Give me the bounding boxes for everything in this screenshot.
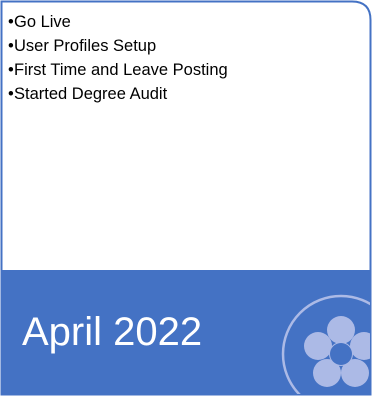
list-item: •Started Degree Audit — [8, 82, 228, 106]
list-item: •First Time and Leave Posting — [8, 58, 228, 82]
list-item: •User Profiles Setup — [8, 34, 228, 58]
item-label: Started Degree Audit — [14, 85, 168, 103]
banner-title: April 2022 — [22, 310, 203, 354]
milestone-list: •Go Live •User Profiles Setup •First Tim… — [8, 10, 228, 106]
month-card: •Go Live •User Profiles Setup •First Tim… — [0, 0, 372, 396]
list-item: •Go Live — [8, 10, 228, 34]
item-label: User Profiles Setup — [14, 37, 157, 55]
item-label: First Time and Leave Posting — [14, 61, 228, 79]
item-label: Go Live — [14, 13, 71, 31]
